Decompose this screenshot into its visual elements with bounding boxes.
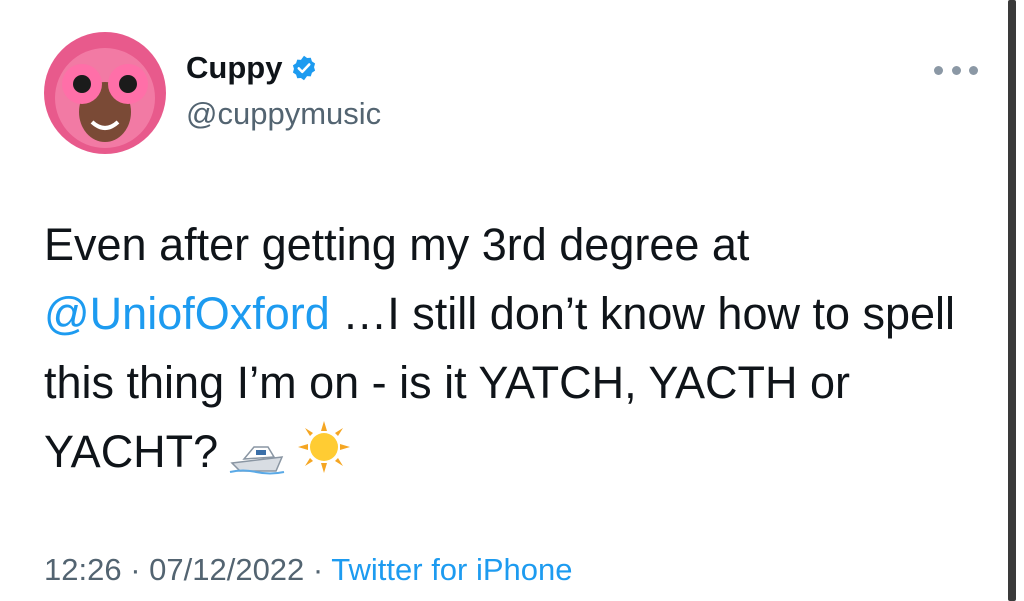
boat-emoji-icon <box>228 425 286 494</box>
avatar-image <box>44 32 166 154</box>
tweet-time[interactable]: 12:26 <box>44 552 122 587</box>
separator: · <box>121 552 150 587</box>
scrollbar[interactable] <box>1008 0 1016 601</box>
dot-icon <box>951 65 961 75</box>
avatar[interactable] <box>44 32 166 154</box>
more-options-icon[interactable] <box>934 60 978 80</box>
name-row: Cuppy <box>186 50 318 86</box>
tweet-date[interactable]: 07/12/2022 <box>149 552 304 587</box>
sun-emoji-icon <box>296 419 352 494</box>
source-link[interactable]: Twitter for iPhone <box>331 552 572 587</box>
tweet-text-part1: Even after getting my 3rd degree at <box>44 219 750 270</box>
user-handle[interactable]: @cuppymusic <box>186 96 381 132</box>
mention-link[interactable]: @UniofOxford <box>44 288 330 339</box>
separator: · <box>304 552 332 587</box>
dot-icon <box>969 65 978 75</box>
dot-icon <box>934 65 943 75</box>
verified-badge-icon <box>293 55 316 81</box>
tweet-text: Even after getting my 3rd degree at @Uni… <box>44 210 994 494</box>
tweet-meta: 12:26 · 07/12/2022 · Twitter for iPhone <box>44 552 573 588</box>
display-name[interactable]: Cuppy <box>186 50 282 86</box>
